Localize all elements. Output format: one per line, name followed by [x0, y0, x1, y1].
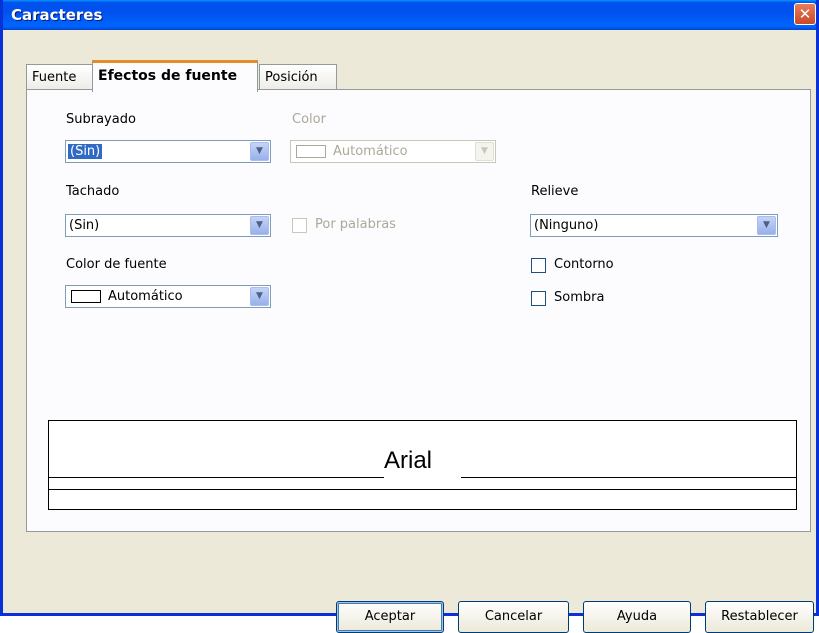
- chevron-down-icon[interactable]: ▼: [475, 142, 494, 161]
- preview-descender-line: [49, 489, 797, 490]
- tab-label: Posición: [265, 70, 318, 85]
- restablecer-button[interactable]: Restablecer: [705, 601, 814, 633]
- tachado-value: (Sin): [69, 218, 100, 233]
- chevron-down-icon[interactable]: ▼: [250, 142, 269, 161]
- color-swatch: [296, 145, 326, 158]
- por-palabras-label: Por palabras: [315, 217, 396, 232]
- color-fuente-label: Color de fuente: [66, 257, 167, 272]
- color-value: Automático: [333, 144, 408, 159]
- sombra-checkbox[interactable]: [531, 291, 546, 306]
- font-color-swatch: [71, 290, 101, 303]
- relieve-value: (Ninguno): [534, 218, 599, 233]
- title-bar[interactable]: Caracteres ✕: [3, 0, 816, 30]
- por-palabras-checkbox[interactable]: [292, 218, 307, 233]
- tab-posicion[interactable]: Posición: [259, 64, 337, 91]
- tab-label: Efectos de fuente: [98, 68, 238, 84]
- preview-baseline-left: [49, 477, 384, 478]
- sombra-label: Sombra: [554, 290, 605, 305]
- chevron-down-icon[interactable]: ▼: [757, 216, 776, 235]
- subrayado-label: Subrayado: [66, 112, 136, 127]
- relieve-label: Relieve: [531, 184, 579, 199]
- color-label: Color: [292, 112, 326, 127]
- contorno-label: Contorno: [554, 257, 614, 272]
- dialog-window: Caracteres ✕ Fuente Efectos de fuente Po…: [0, 0, 819, 633]
- close-button[interactable]: ✕: [794, 3, 816, 25]
- font-preview: Arial: [48, 420, 797, 510]
- preview-baseline-right: [461, 477, 797, 478]
- tachado-label: Tachado: [66, 184, 120, 199]
- close-icon: ✕: [798, 5, 812, 23]
- color-select[interactable]: Automático ▼: [290, 140, 496, 163]
- color-fuente-select[interactable]: Automático ▼: [65, 285, 271, 308]
- contorno-checkbox[interactable]: [531, 258, 546, 273]
- aceptar-button[interactable]: Aceptar: [336, 601, 444, 633]
- cancelar-button[interactable]: Cancelar: [458, 601, 569, 633]
- tab-label: Fuente: [32, 70, 77, 85]
- chevron-down-icon[interactable]: ▼: [250, 216, 269, 235]
- dialog-title: Caracteres: [11, 6, 103, 24]
- ayuda-button[interactable]: Ayuda: [583, 601, 691, 633]
- tab-fuente[interactable]: Fuente: [26, 64, 93, 91]
- tachado-select[interactable]: (Sin) ▼: [65, 214, 271, 237]
- preview-text: Arial: [384, 447, 433, 474]
- chevron-down-icon[interactable]: ▼: [250, 287, 269, 306]
- tab-efectos-de-fuente[interactable]: Efectos de fuente: [92, 60, 258, 92]
- relieve-select[interactable]: (Ninguno) ▼: [530, 214, 778, 237]
- subrayado-select[interactable]: (Sin) ▼: [65, 140, 271, 163]
- color-fuente-value: Automático: [108, 289, 183, 304]
- subrayado-value: (Sin): [68, 144, 103, 159]
